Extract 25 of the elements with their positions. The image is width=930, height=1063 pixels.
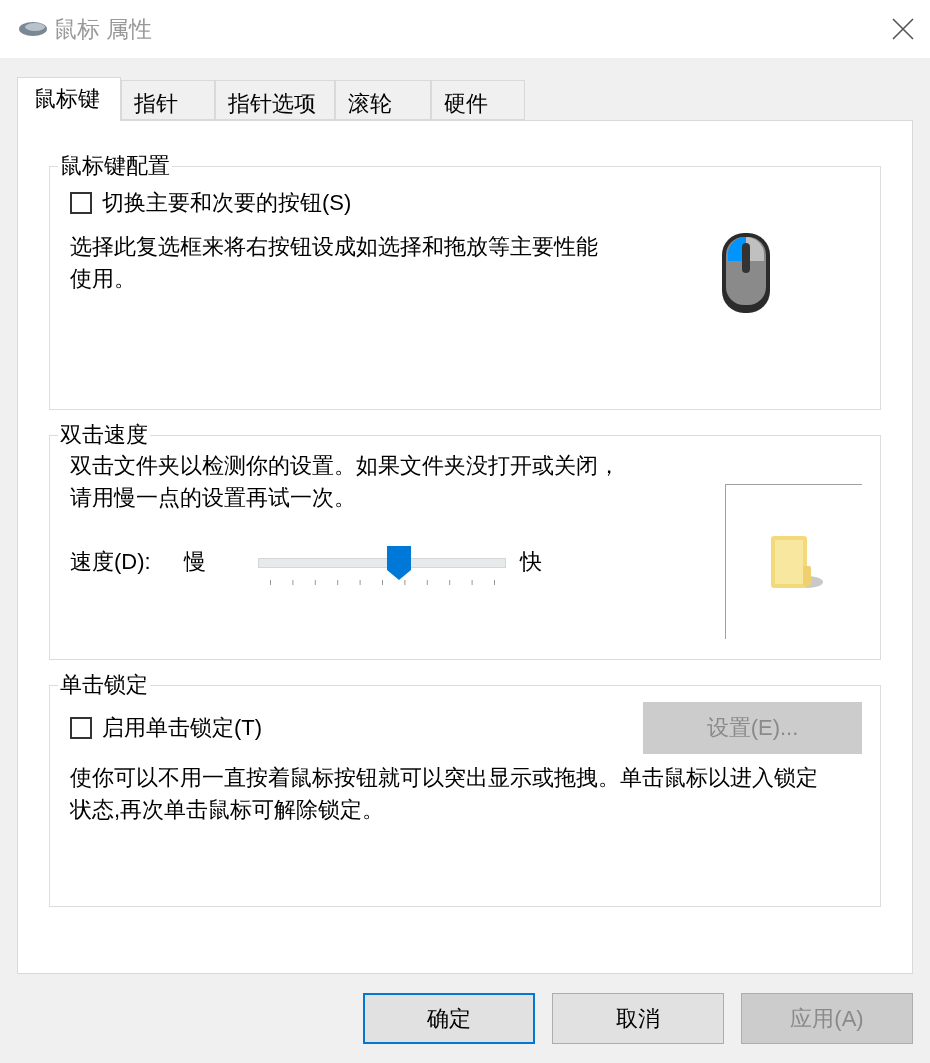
window-title: 鼠标 属性 [54,14,154,44]
slider-thumb[interactable] [386,546,411,580]
fast-label: 快 [520,548,542,576]
dialog-button[interactable]: 取消 [552,993,724,1044]
group-title: 单击锁定 [59,671,149,699]
description: 使你可以不用一直按着鼠标按钮就可以突出显示或拖拽。单击鼠标以进入锁定状态,再次单击鼠标可解除锁定。 [70,764,819,824]
checkbox[interactable] [70,717,92,739]
tab[interactable]: 鼠标键 [17,77,121,121]
tab[interactable]: 指针 [121,80,215,120]
slow-label: 慢 [184,548,207,576]
description: 选择此复选框来将右按钮设成如选择和拖放等主要性能使用。 [70,233,599,293]
checkbox-label: 启用单击锁定(T) [102,714,263,742]
checkbox-label: 切换主要和次要的按钮(S) [102,189,352,217]
dialog-button[interactable]: 确定 [363,993,535,1044]
tab[interactable]: 指针选项 [215,80,335,120]
tab[interactable]: 滚轮 [335,80,431,120]
group-title: 鼠标键配置 [59,152,171,180]
tab[interactable]: 硬件 [431,80,525,120]
group-title: 双击速度 [59,421,149,449]
checkbox[interactable] [70,192,92,214]
speed-label: 速度(D): [70,548,152,576]
mouse-icon [18,21,48,37]
speed-slider[interactable] [258,546,506,580]
description: 双击文件夹以检测你的设置。如果文件夹没打开或关闭，请用慢一点的设置再试一次。 [70,452,621,512]
close-icon[interactable] [892,18,914,40]
